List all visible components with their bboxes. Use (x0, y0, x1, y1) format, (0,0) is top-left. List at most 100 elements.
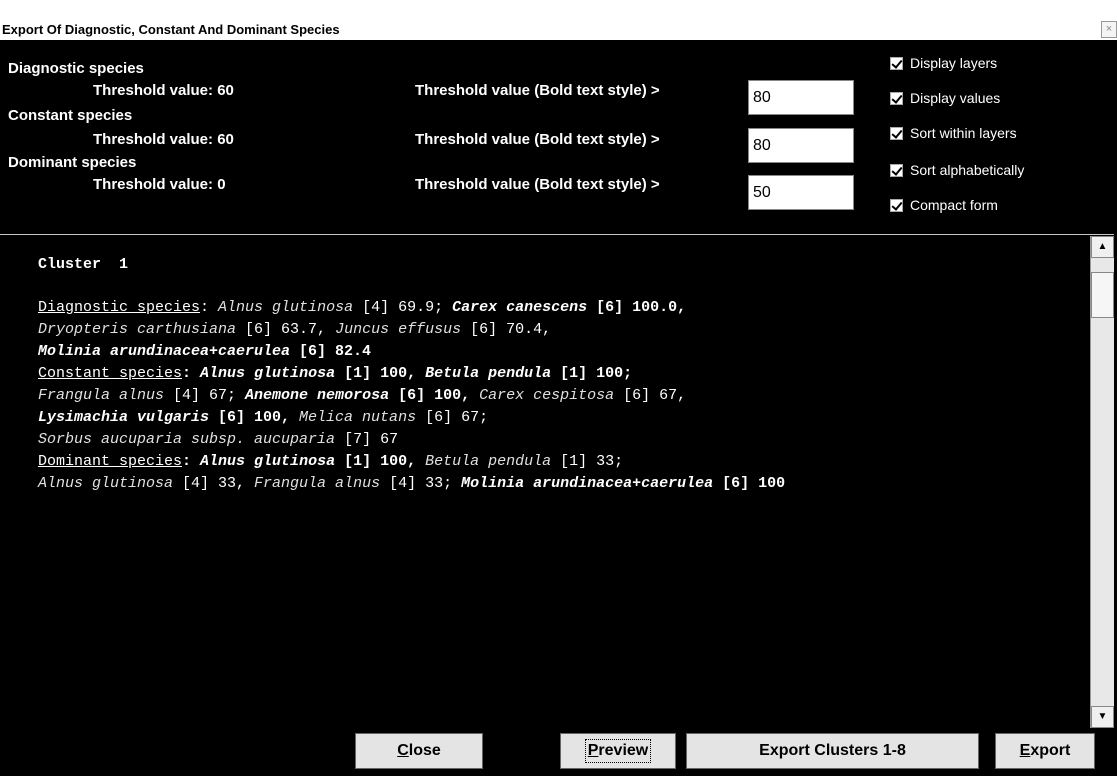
preview-segment: [6] 100 (713, 475, 786, 492)
display-layers-label: Display layers (910, 55, 998, 71)
preview-segment: [6] 70.4, (461, 321, 552, 338)
preview-segment: : (200, 299, 219, 316)
preview-segment: [6] 100, (209, 409, 300, 426)
preview-segment: Alnus glutinosa (200, 365, 336, 382)
preview-segment: Frangula alnus (254, 475, 381, 492)
export-clusters-label: Export Clusters 1-8 (759, 742, 906, 759)
preview-segment: [7] 67 (335, 431, 399, 448)
diagnostic-bold-label: Threshold value (Bold text style) > (415, 82, 660, 99)
preview-segment: Carex canescens (452, 299, 588, 316)
dominant-bold-label: Threshold value (Bold text style) > (415, 176, 660, 193)
close-mnemonic: C (397, 742, 409, 759)
preview-segment: Alnus glutinosa (38, 475, 174, 492)
preview-segment: [4] 67; (164, 387, 246, 404)
preview-segment: [6] 67; (416, 409, 489, 426)
dominant-heading: Dominant species (8, 154, 137, 171)
diagnostic-threshold-label: Threshold value: 60 (93, 82, 234, 99)
preview-line: Molinia arundinacea+caerulea [6] 82.4 (38, 341, 785, 363)
option-sort-alphabetically[interactable]: Sort alphabetically (890, 160, 1024, 180)
cluster-heading: Cluster 1 (38, 256, 129, 273)
preview-segment: [6] 63.7, (236, 321, 336, 338)
display-values-label: Display values (910, 90, 1001, 106)
preview-label: review (598, 742, 649, 759)
preview-segment: : (182, 365, 201, 382)
option-compact-form[interactable]: Compact form (890, 195, 998, 215)
preview-line: Lysimachia vulgaris [6] 100, Melica nuta… (38, 407, 785, 429)
preview-segment: [1] 100, (335, 453, 426, 470)
display-values-checkbox[interactable] (890, 91, 903, 105)
preview-segment: [6] 82.4 (290, 343, 372, 360)
divider (0, 234, 1114, 235)
preview-segment: Alnus glutinosa (200, 453, 336, 470)
diagnostic-heading: Diagnostic species (8, 60, 144, 77)
export-label: xport (1030, 742, 1071, 759)
preview-segment: [4] 33, (173, 475, 255, 492)
preview-segment: [1] 100; (551, 365, 633, 382)
scroll-up-icon[interactable]: ▲ (1091, 236, 1114, 258)
constant-bold-label: Threshold value (Bold text style) > (415, 131, 660, 148)
preview-segment: [6] 67, (614, 387, 687, 404)
preview-button[interactable]: Preview (560, 733, 676, 769)
dominant-threshold-label: Threshold value: 0 (93, 176, 226, 193)
diagnostic-bold-threshold-input[interactable]: 80 (748, 80, 854, 115)
preview-segment: Alnus glutinosa (218, 299, 354, 316)
preview-line: Sorbus aucuparia subsp. aucuparia [7] 67 (38, 429, 785, 451)
window-title: Export Of Diagnostic, Constant And Domin… (2, 22, 340, 37)
preview-line: Alnus glutinosa [4] 33, Frangula alnus [… (38, 473, 785, 495)
scroll-thumb[interactable] (1091, 272, 1114, 318)
dominant-bold-threshold-input[interactable]: 50 (748, 175, 854, 210)
sort-alphabetically-checkbox[interactable] (890, 163, 903, 177)
preview-segment: Constant species (38, 365, 183, 382)
preview-textarea[interactable]: Cluster 1 Diagnostic species: Alnus glut… (0, 236, 1089, 728)
preview-segment: [4] 69.9; (353, 299, 453, 316)
preview-segment: Molinia arundinacea+caerulea (38, 343, 291, 360)
preview-segment: Betula pendula (425, 365, 552, 382)
option-display-layers[interactable]: Display layers (890, 53, 997, 73)
compact-form-checkbox[interactable] (890, 198, 903, 212)
export-mnemonic: E (1019, 742, 1031, 759)
export-button[interactable]: Export (995, 733, 1095, 769)
preview-segment: Betula pendula (425, 453, 552, 470)
preview-segment: Sorbus aucuparia subsp. aucuparia (38, 431, 336, 448)
constant-heading: Constant species (8, 107, 133, 124)
export-clusters-button[interactable]: Export Clusters 1-8 (686, 733, 979, 769)
vertical-scrollbar[interactable]: ▲ ▼ (1090, 236, 1114, 728)
option-display-values[interactable]: Display values (890, 88, 1000, 108)
preview-segment: Lysimachia vulgaris (38, 409, 210, 426)
preview-segment: Juncus effusus (335, 321, 462, 338)
preview-line: Constant species: Alnus glutinosa [1] 10… (38, 363, 785, 385)
preview-line: Dryopteris carthusiana [6] 63.7, Juncus … (38, 319, 785, 341)
compact-form-label: Compact form (910, 197, 998, 213)
preview-segment: [4] 33; (380, 475, 462, 492)
constant-bold-threshold-input[interactable]: 80 (748, 128, 854, 163)
close-window-icon[interactable]: × (1101, 21, 1117, 38)
preview-lines: Diagnostic species: Alnus glutinosa [4] … (38, 297, 785, 495)
display-layers-checkbox[interactable] (890, 56, 903, 70)
preview-segment: [6] 100, (389, 387, 480, 404)
option-sort-within-layers[interactable]: Sort within layers (890, 123, 1017, 143)
scroll-down-icon[interactable]: ▼ (1091, 706, 1114, 728)
preview-line: Diagnostic species: Alnus glutinosa [4] … (38, 297, 785, 319)
preview-segment: Frangula alnus (38, 387, 165, 404)
title-bar: Export Of Diagnostic, Constant And Domin… (0, 0, 1117, 40)
dialog-body: Diagnostic species Threshold value: 60 T… (0, 40, 1117, 776)
sort-alphabetically-label: Sort alphabetically (910, 162, 1025, 178)
sort-within-layers-label: Sort within layers (910, 125, 1017, 141)
preview-segment: Anemone nemorosa (245, 387, 390, 404)
close-button[interactable]: Close (355, 733, 483, 769)
preview-line: Dominant species: Alnus glutinosa [1] 10… (38, 451, 785, 473)
preview-segment: Melica nutans (299, 409, 417, 426)
sort-within-layers-checkbox[interactable] (890, 126, 903, 140)
preview-segment: [6] 100.0, (587, 299, 687, 316)
constant-threshold-label: Threshold value: 60 (93, 131, 234, 148)
close-label: lose (408, 742, 441, 759)
preview-segment: [1] 33; (551, 453, 624, 470)
preview-segment: [1] 100, (335, 365, 426, 382)
preview-line: Frangula alnus [4] 67; Anemone nemorosa … (38, 385, 785, 407)
preview-segment: Carex cespitosa (479, 387, 615, 404)
preview-segment: : (182, 453, 201, 470)
preview-segment: Molinia arundinacea+caerulea (461, 475, 714, 492)
preview-segment: Dominant species (38, 453, 183, 470)
preview-mnemonic: P (587, 742, 599, 759)
preview-segment: Dryopteris carthusiana (38, 321, 237, 338)
